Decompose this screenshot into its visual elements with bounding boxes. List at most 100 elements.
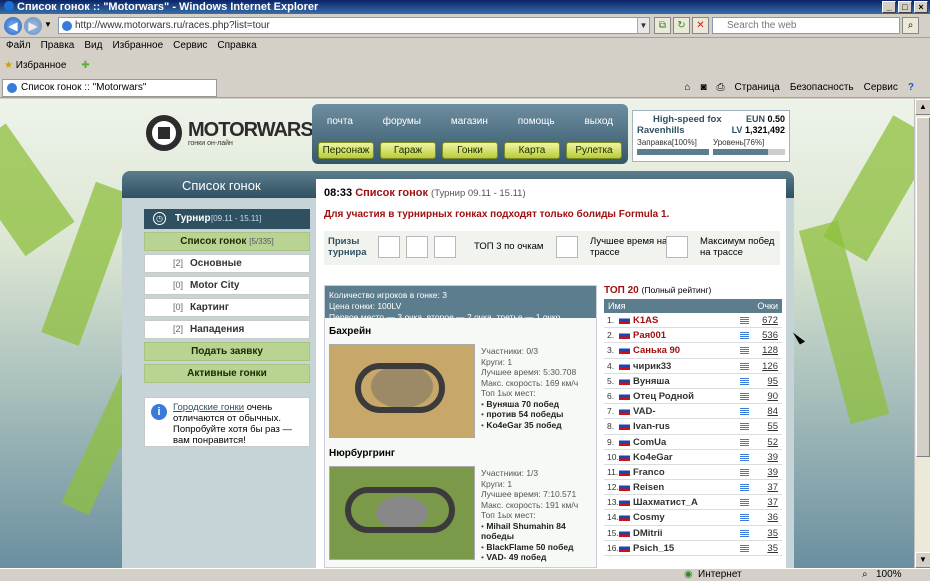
player-name[interactable]: VAD-	[633, 404, 656, 419]
player-name[interactable]: ComUa	[633, 435, 666, 450]
sidebar-item-attacks[interactable]: [2] Нападения	[144, 320, 310, 339]
minimize-button[interactable]: _	[882, 1, 896, 13]
nav-mail[interactable]: почта	[327, 116, 353, 127]
full-rating-link[interactable]: (Полный рейтинг)	[642, 285, 712, 295]
stop-icon[interactable]: ✕	[692, 17, 709, 34]
stats-icon[interactable]	[740, 347, 749, 355]
player-name[interactable]: DMitrii	[633, 526, 663, 541]
garage-button[interactable]: Гараж	[380, 142, 436, 159]
zoom-icon[interactable]: ⌕	[862, 569, 868, 581]
nav-logout[interactable]: выход	[584, 116, 613, 127]
player-name[interactable]: Franco	[633, 465, 665, 480]
races-button[interactable]: Гонки	[442, 142, 498, 159]
player-name[interactable]: чирик33	[633, 359, 671, 374]
stats-icon[interactable]	[740, 514, 749, 522]
player-name[interactable]: Ko4eGar	[633, 450, 673, 465]
scroll-thumb[interactable]	[916, 117, 930, 457]
nav-forums[interactable]: форумы	[383, 116, 421, 127]
stats-icon[interactable]	[740, 392, 749, 400]
player-name[interactable]: Paя001	[633, 328, 666, 343]
history-dropdown-icon[interactable]: ▼	[44, 20, 52, 29]
player-name[interactable]: Reisen	[633, 480, 664, 495]
favorites-button[interactable]: Избранное	[16, 60, 67, 71]
menu-view[interactable]: Вид	[84, 40, 102, 51]
scroll-down-button[interactable]: ▼	[915, 552, 930, 568]
active-races-button[interactable]: Активные гонки	[144, 364, 310, 383]
search-input[interactable]: Search the web	[712, 17, 900, 34]
stats-icon[interactable]	[740, 484, 749, 492]
forward-button[interactable]: ▶	[24, 17, 42, 35]
search-icon[interactable]: ⌕	[902, 17, 919, 34]
user-name[interactable]: Ravenhills	[637, 125, 685, 136]
roulette-button[interactable]: Рулетка	[566, 142, 622, 159]
page-menu[interactable]: Страница	[735, 78, 780, 98]
add-favorite-icon[interactable]: ✚	[81, 60, 89, 71]
player-points[interactable]: 35	[767, 541, 778, 556]
stats-icon[interactable]	[740, 317, 749, 324]
sidebar-item-race-list[interactable]: Список гонок [5/335]	[144, 232, 310, 251]
home-icon[interactable]: ⌂	[684, 78, 690, 98]
safety-menu[interactable]: Безопасность	[790, 78, 854, 98]
player-points[interactable]: 36	[767, 510, 778, 525]
player-name[interactable]: Вуняша	[633, 374, 670, 389]
sidebar-item-motor-city[interactable]: [0] Motor City	[144, 276, 310, 295]
favorites-star-icon[interactable]: ★	[4, 60, 13, 71]
stats-icon[interactable]	[740, 332, 749, 340]
print-icon[interactable]: ⎙	[717, 78, 725, 98]
player-points[interactable]: 536	[762, 328, 778, 343]
help-icon[interactable]: ?	[908, 78, 914, 98]
tab-races[interactable]: Список гонок :: "Motorwars"	[2, 79, 217, 97]
player-name[interactable]: K1AS	[633, 313, 658, 328]
stats-icon[interactable]	[740, 529, 749, 537]
stats-icon[interactable]	[740, 544, 749, 552]
player-name[interactable]: Psich_15	[633, 541, 674, 556]
stats-icon[interactable]	[740, 499, 749, 507]
sidebar-item-tour[interactable]: ◷ Турнир [09.11 - 15.11]	[144, 209, 310, 229]
city-races-link[interactable]: Городские гонки	[173, 402, 244, 413]
player-points[interactable]: 35	[767, 526, 778, 541]
close-button[interactable]: ×	[914, 1, 928, 13]
player-points[interactable]: 128	[762, 343, 778, 358]
race-name[interactable]: Нюрбургринг	[329, 448, 395, 459]
player-points[interactable]: 84	[767, 404, 778, 419]
menu-tools[interactable]: Сервис	[173, 40, 207, 51]
player-name[interactable]: Cosmy	[633, 510, 665, 525]
address-bar[interactable]: http://www.motorwars.ru/races.php?list=t…	[58, 17, 650, 34]
player-points[interactable]: 126	[762, 359, 778, 374]
menu-file[interactable]: Файл	[6, 40, 31, 51]
menu-help[interactable]: Справка	[217, 40, 256, 51]
tools-menu[interactable]: Сервис	[864, 78, 898, 98]
stats-icon[interactable]	[740, 438, 749, 446]
stats-icon[interactable]	[740, 468, 749, 476]
compatibility-icon[interactable]: ⧉	[654, 17, 671, 34]
sidebar-item-karting[interactable]: [0] Картинг	[144, 298, 310, 317]
player-name[interactable]: Ivan-rus	[633, 419, 670, 434]
apply-button[interactable]: Подать заявку	[144, 342, 310, 361]
stats-icon[interactable]	[740, 408, 749, 416]
nav-help[interactable]: помощь	[518, 116, 555, 127]
player-name[interactable]: Шахматист_A	[633, 495, 698, 510]
player-points[interactable]: 90	[767, 389, 778, 404]
refresh-icon[interactable]: ↻	[673, 17, 690, 34]
race-name[interactable]: Бахрейн	[329, 326, 371, 337]
stats-icon[interactable]	[740, 362, 749, 370]
player-points[interactable]: 37	[767, 495, 778, 510]
stats-icon[interactable]	[740, 423, 749, 431]
player-points[interactable]: 672	[762, 313, 778, 328]
vertical-scrollbar[interactable]: ▲ ▼	[914, 99, 930, 568]
map-button[interactable]: Карта	[504, 142, 560, 159]
back-button[interactable]: ◀	[4, 17, 22, 35]
maximize-button[interactable]: □	[898, 1, 912, 13]
track-map-bahrain[interactable]	[329, 344, 475, 438]
track-map-nurburgring[interactable]	[329, 466, 475, 560]
zoom-level[interactable]: 100%	[876, 569, 902, 581]
menu-edit[interactable]: Правка	[41, 40, 75, 51]
address-dropdown-icon[interactable]: ▼	[637, 18, 649, 33]
player-name[interactable]: Санька 90	[633, 343, 680, 358]
player-name[interactable]: Отец Родной	[633, 389, 694, 404]
character-button[interactable]: Персонаж	[318, 142, 374, 159]
feeds-icon[interactable]: ◙	[700, 78, 706, 98]
stats-icon[interactable]	[740, 453, 749, 461]
nav-shop[interactable]: магазин	[451, 116, 488, 127]
stats-icon[interactable]	[740, 377, 749, 385]
